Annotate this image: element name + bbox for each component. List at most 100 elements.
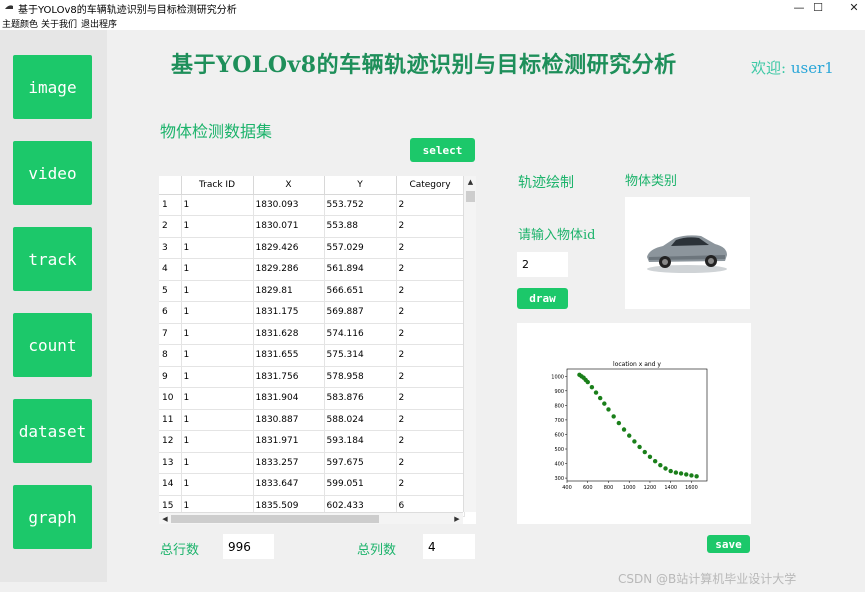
save-button[interactable]: save	[707, 535, 750, 553]
horizontal-scroll-thumb[interactable]	[171, 515, 379, 523]
close-button[interactable]: ✕	[836, 0, 865, 16]
table-cell[interactable]: 1	[181, 237, 254, 259]
table-cell[interactable]: 1830.071	[253, 215, 325, 238]
scroll-left-icon[interactable]: ◀	[159, 513, 171, 525]
row-index[interactable]: 6	[159, 301, 182, 324]
table-cell[interactable]: 575.314	[324, 344, 397, 367]
table-cell[interactable]: 2	[396, 215, 465, 238]
table-cell[interactable]: 2	[396, 301, 465, 324]
table-cell[interactable]: 2	[396, 280, 465, 302]
nav-image-button[interactable]: image	[13, 55, 92, 119]
table-cell[interactable]: 2	[396, 366, 465, 388]
table-cell[interactable]: 1831.756	[253, 366, 325, 388]
table-cell[interactable]: 1	[181, 301, 254, 324]
nav-dataset-button[interactable]: dataset	[13, 399, 92, 463]
table-cell[interactable]: 2	[396, 409, 465, 431]
table-cell[interactable]: 2	[396, 473, 465, 496]
scroll-up-icon[interactable]: ▲	[464, 176, 477, 188]
table-row[interactable]: 6 1 1831.175 569.887 2	[159, 301, 465, 324]
table-cell[interactable]: 1831.904	[253, 387, 325, 410]
table-cell[interactable]: 578.958	[324, 366, 397, 388]
row-index[interactable]: 11	[159, 409, 182, 431]
table-cell[interactable]: 1831.175	[253, 301, 325, 324]
table-cell[interactable]: 1	[181, 409, 254, 431]
row-index[interactable]: 8	[159, 344, 182, 367]
menu-exit[interactable]: 退出程序	[81, 17, 117, 30]
table-row[interactable]: 11 1 1830.887 588.024 2	[159, 409, 465, 431]
table-row[interactable]: 12 1 1831.971 593.184 2	[159, 430, 465, 453]
menu-theme-color[interactable]: 主题颜色	[2, 17, 38, 30]
table-horizontal-scrollbar[interactable]: ◀ ▶	[159, 512, 463, 524]
table-cell[interactable]: 1	[181, 258, 254, 281]
nav-count-button[interactable]: count	[13, 313, 92, 377]
table-row[interactable]: 4 1 1829.286 561.894 2	[159, 258, 465, 281]
table-cell[interactable]: 1831.628	[253, 323, 325, 345]
table-row[interactable]: 2 1 1830.071 553.88 2	[159, 215, 465, 238]
table-cell[interactable]: 1830.887	[253, 409, 325, 431]
table-cell[interactable]: 2	[396, 387, 465, 410]
select-button[interactable]: select	[410, 138, 475, 162]
table-cell[interactable]: 1	[181, 280, 254, 302]
table-row[interactable]: 3 1 1829.426 557.029 2	[159, 237, 465, 259]
object-id-input[interactable]: 2	[517, 252, 568, 277]
table-cell[interactable]: 1	[181, 194, 254, 216]
table-cell[interactable]: 588.024	[324, 409, 397, 431]
row-index[interactable]: 4	[159, 258, 182, 281]
table-row[interactable]: 7 1 1831.628 574.116 2	[159, 323, 465, 345]
table-cell[interactable]: 1831.655	[253, 344, 325, 367]
table-cell[interactable]: 597.675	[324, 452, 397, 474]
table-cell[interactable]: 2	[396, 258, 465, 281]
table-cell[interactable]: 1829.426	[253, 237, 325, 259]
column-header-track-id[interactable]: Track ID	[181, 176, 254, 195]
draw-button[interactable]: draw	[517, 288, 568, 309]
table-cell[interactable]: 561.894	[324, 258, 397, 281]
table-cell[interactable]: 1	[181, 366, 254, 388]
column-header-y[interactable]: Y	[324, 176, 397, 195]
table-cell[interactable]: 1	[181, 215, 254, 238]
table-cell[interactable]: 583.876	[324, 387, 397, 410]
table-cell[interactable]: 2	[396, 452, 465, 474]
table-row[interactable]: 10 1 1831.904 583.876 2	[159, 387, 465, 410]
table-cell[interactable]: 2	[396, 430, 465, 453]
table-cell[interactable]: 2	[396, 323, 465, 345]
vertical-scroll-thumb[interactable]	[466, 191, 475, 202]
table-cell[interactable]: 1829.81	[253, 280, 325, 302]
table-cell[interactable]: 2	[396, 237, 465, 259]
table-cell[interactable]: 1831.971	[253, 430, 325, 453]
table-cell[interactable]: 1	[181, 323, 254, 345]
table-cell[interactable]: 557.029	[324, 237, 397, 259]
table-cell[interactable]: 1	[181, 430, 254, 453]
table-row[interactable]: 14 1 1833.647 599.051 2	[159, 473, 465, 496]
table-row[interactable]: 13 1 1833.257 597.675 2	[159, 452, 465, 474]
row-index[interactable]: 9	[159, 366, 182, 388]
table-cell[interactable]: 569.887	[324, 301, 397, 324]
column-header-index[interactable]	[159, 176, 182, 195]
table-cell[interactable]: 1833.257	[253, 452, 325, 474]
table-cell[interactable]: 1833.647	[253, 473, 325, 496]
nav-track-button[interactable]: track	[13, 227, 92, 291]
table-cell[interactable]: 593.184	[324, 430, 397, 453]
row-index[interactable]: 12	[159, 430, 182, 453]
row-index[interactable]: 10	[159, 387, 182, 410]
row-index[interactable]: 13	[159, 452, 182, 474]
table-vertical-scrollbar[interactable]: ▲	[463, 176, 476, 512]
column-header-category[interactable]: Category	[396, 176, 465, 195]
table-cell[interactable]: 553.88	[324, 215, 397, 238]
column-header-x[interactable]: X	[253, 176, 325, 195]
table-row[interactable]: 8 1 1831.655 575.314 2	[159, 344, 465, 367]
total-columns-field[interactable]: 4	[423, 534, 475, 559]
table-cell[interactable]: 1	[181, 344, 254, 367]
table-cell[interactable]: 1	[181, 452, 254, 474]
nav-graph-button[interactable]: graph	[13, 485, 92, 549]
table-row[interactable]: 5 1 1829.81 566.651 2	[159, 280, 465, 302]
scroll-right-icon[interactable]: ▶	[451, 513, 463, 525]
row-index[interactable]: 3	[159, 237, 182, 259]
table-cell[interactable]: 574.116	[324, 323, 397, 345]
row-index[interactable]: 7	[159, 323, 182, 345]
nav-video-button[interactable]: video	[13, 141, 92, 205]
row-index[interactable]: 14	[159, 473, 182, 496]
table-cell[interactable]: 2	[396, 344, 465, 367]
row-index[interactable]: 1	[159, 194, 182, 216]
table-cell[interactable]: 599.051	[324, 473, 397, 496]
table-row[interactable]: 1 1 1830.093 553.752 2	[159, 194, 465, 216]
